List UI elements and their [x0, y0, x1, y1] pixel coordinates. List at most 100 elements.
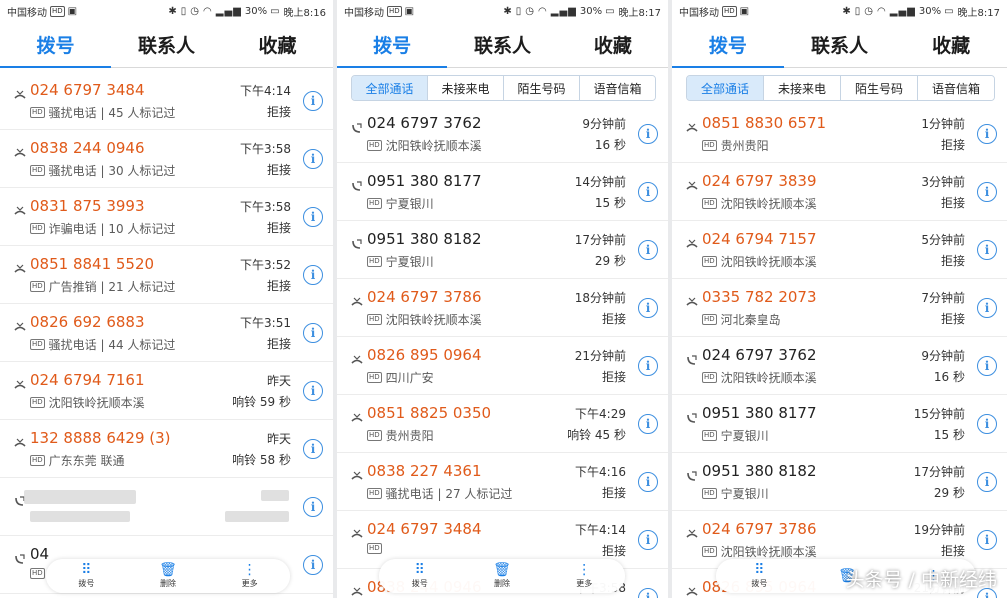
- info-icon[interactable]: i: [638, 298, 658, 318]
- info-icon[interactable]: i: [303, 265, 323, 285]
- info-icon[interactable]: i: [977, 356, 997, 376]
- delete-button[interactable]: 🗑 删除: [159, 563, 177, 589]
- info-icon[interactable]: i: [303, 555, 323, 575]
- call-time: 3分钟前: [921, 175, 965, 189]
- info-icon[interactable]: i: [977, 182, 997, 202]
- call-row[interactable]: 0951 380 8182 HD 宁夏银川 17分钟前 29 秒 i: [337, 221, 668, 279]
- tab-dial[interactable]: 拨号: [337, 22, 448, 68]
- call-rejected-icon: [686, 119, 698, 132]
- call-location: HD 骚扰电话 | 44 人标记过: [30, 336, 175, 353]
- call-label: 沈阳铁岭抚顺本溪: [720, 255, 817, 269]
- filter-missed-calls[interactable]: 未接来电: [763, 76, 840, 100]
- call-label: 沈阳铁岭抚顺本溪: [720, 545, 817, 559]
- tab-dial[interactable]: 拨号: [0, 22, 111, 68]
- filter-all-calls[interactable]: 全部通话: [352, 76, 427, 100]
- phone-number: 0951 380 8177: [367, 172, 482, 190]
- delete-button[interactable]: 🗑 删除: [493, 563, 511, 589]
- call-row[interactable]: 0838 227 4361 HD 骚扰电话 | 27 人标记过 下午4:16 拒接 i: [337, 453, 668, 511]
- call-row[interactable]: 132 8888 6429 (3) HD 广东东莞 联通 昨天 响铃 58 秒 i: [0, 420, 333, 478]
- filter-unknown-numbers[interactable]: 陌生号码: [840, 76, 917, 100]
- tab-favorites[interactable]: 收藏: [558, 22, 668, 67]
- call-row[interactable]: 024 6797 3484 HD 骚扰电话 | 45 人标记过 下午4:14 拒接 i: [0, 72, 333, 130]
- call-row[interactable]: 024 6797 3762 HD 沈阳铁岭抚顺本溪 9分钟前 16 秒 i: [672, 337, 1007, 395]
- call-row[interactable]: 0826 895 0964 HD 四川广安 21分钟前 拒接 i: [337, 337, 668, 395]
- bluetooth-icon: ✱: [842, 5, 852, 17]
- filter-all-calls[interactable]: 全部通话: [687, 76, 763, 100]
- info-icon[interactable]: i: [977, 530, 997, 550]
- tab-contacts[interactable]: 联系人: [447, 22, 557, 67]
- call-row[interactable]: 0335 782 2073 HD 河北秦皇岛 7分钟前 拒接 i: [672, 279, 1007, 337]
- info-icon[interactable]: i: [638, 124, 658, 144]
- tab-contacts[interactable]: 联系人: [111, 22, 222, 67]
- call-rejected-icon: [686, 235, 698, 248]
- info-icon[interactable]: i: [638, 240, 658, 260]
- call-label: 广告推销 | 21 人标记过: [48, 280, 176, 294]
- call-row[interactable]: 0851 8841 5520 HD 广告推销 | 21 人标记过 下午3:52 拒接 i: [0, 246, 333, 304]
- call-row[interactable]: 024 6797 3839 HD 沈阳铁岭抚顺本溪 3分钟前 拒接 i: [672, 163, 1007, 221]
- info-icon[interactable]: i: [638, 472, 658, 492]
- info-icon[interactable]: i: [638, 356, 658, 376]
- call-row[interactable]: 0838 244 0946 HD 骚扰电话 | 30 人标记过 下午3:58 拒接 i: [0, 130, 333, 188]
- info-icon[interactable]: i: [977, 124, 997, 144]
- hd-call-icon: HD: [30, 339, 45, 350]
- call-location: HD 贵州贵阳: [702, 137, 769, 154]
- call-filter-bar: 全部通话 未接来电 陌生号码 语音信箱: [686, 75, 995, 101]
- info-icon[interactable]: i: [638, 414, 658, 434]
- hd-call-icon: HD: [30, 568, 45, 579]
- call-duration: 拒接: [940, 196, 965, 210]
- tab-favorites[interactable]: 收藏: [895, 22, 1007, 67]
- filter-missed-calls[interactable]: 未接来电: [427, 76, 503, 100]
- dialpad-label: 拨号: [78, 579, 95, 588]
- info-icon[interactable]: i: [977, 414, 997, 434]
- filter-voicemail[interactable]: 语音信箱: [917, 76, 994, 100]
- info-icon[interactable]: i: [303, 323, 323, 343]
- info-icon[interactable]: i: [303, 439, 323, 459]
- info-icon[interactable]: i: [303, 381, 323, 401]
- info-icon[interactable]: i: [977, 298, 997, 318]
- call-row[interactable]: i: [0, 478, 333, 536]
- call-rejected-icon: [351, 351, 363, 364]
- call-row[interactable]: 0851 8830 6571 HD 贵州贵阳 1分钟前 拒接 i: [672, 105, 1007, 163]
- info-icon[interactable]: i: [638, 588, 658, 598]
- dialpad-button[interactable]: ⠿ 拨号: [751, 563, 767, 589]
- top-tabs: 拨号 联系人 收藏: [672, 22, 1007, 68]
- call-row[interactable]: 024 6794 7161 HD 沈阳铁岭抚顺本溪 昨天 响铃 59 秒 i: [0, 362, 333, 420]
- info-icon[interactable]: i: [977, 472, 997, 492]
- call-location: HD 沈阳铁岭抚顺本溪: [30, 394, 145, 411]
- info-icon[interactable]: i: [638, 182, 658, 202]
- info-icon[interactable]: i: [303, 149, 323, 169]
- hd-call-icon: HD: [702, 198, 717, 209]
- alarm-icon: ◷: [864, 5, 875, 17]
- filter-unknown-numbers[interactable]: 陌生号码: [503, 76, 579, 100]
- more-button[interactable]: ⋮ 更多: [242, 563, 258, 589]
- more-button[interactable]: ⋮ 更多: [576, 563, 592, 589]
- call-row[interactable]: 0951 380 8182 HD 宁夏银川 17分钟前 29 秒 i: [672, 453, 1007, 511]
- info-icon[interactable]: i: [303, 91, 323, 111]
- call-row[interactable]: 024 6794 7157 HD 沈阳铁岭抚顺本溪 5分钟前 拒接 i: [672, 221, 1007, 279]
- filter-voicemail[interactable]: 语音信箱: [579, 76, 655, 100]
- dialpad-button[interactable]: ⠿ 拨号: [78, 563, 94, 589]
- tab-dial[interactable]: 拨号: [672, 22, 784, 68]
- signal-icon: ▂▄▆: [889, 5, 916, 17]
- tab-favorites[interactable]: 收藏: [222, 22, 333, 67]
- call-row[interactable]: 024 6797 3762 HD 沈阳铁岭抚顺本溪 9分钟前 16 秒 i: [337, 105, 668, 163]
- info-icon[interactable]: i: [303, 497, 323, 517]
- tab-contacts[interactable]: 联系人: [784, 22, 896, 67]
- call-row[interactable]: 0851 8825 0350 HD 贵州贵阳 下午4:29 响铃 45 秒 i: [337, 395, 668, 453]
- info-icon[interactable]: i: [303, 207, 323, 227]
- call-row[interactable]: 0951 380 8177 HD 宁夏银川 15分钟前 15 秒 i: [672, 395, 1007, 453]
- wifi-icon: ◠: [538, 5, 548, 17]
- call-rejected-icon: [14, 202, 26, 215]
- info-icon[interactable]: i: [977, 240, 997, 260]
- call-row[interactable]: 024 6797 3786 HD 沈阳铁岭抚顺本溪 18分钟前 拒接 i: [337, 279, 668, 337]
- info-icon[interactable]: i: [638, 530, 658, 550]
- call-row[interactable]: 0826 692 6883 HD 骚扰电话 | 44 人标记过 下午3:51 拒接 i: [0, 304, 333, 362]
- call-label: 四川广安: [385, 371, 434, 385]
- call-row[interactable]: 0831 875 3993 HD 诈骗电话 | 10 人标记过 下午3:58 拒接 i: [0, 188, 333, 246]
- call-duration: 拒接: [266, 105, 291, 119]
- phone-number: 0838 227 4361: [367, 462, 482, 480]
- dialpad-button[interactable]: ⠿ 拨号: [412, 563, 428, 589]
- call-row[interactable]: 0951 380 8177 HD 宁夏银川 14分钟前 15 秒 i: [337, 163, 668, 221]
- call-location: HD 广东东莞 联通: [30, 452, 124, 469]
- call-time: 下午4:14: [240, 84, 291, 98]
